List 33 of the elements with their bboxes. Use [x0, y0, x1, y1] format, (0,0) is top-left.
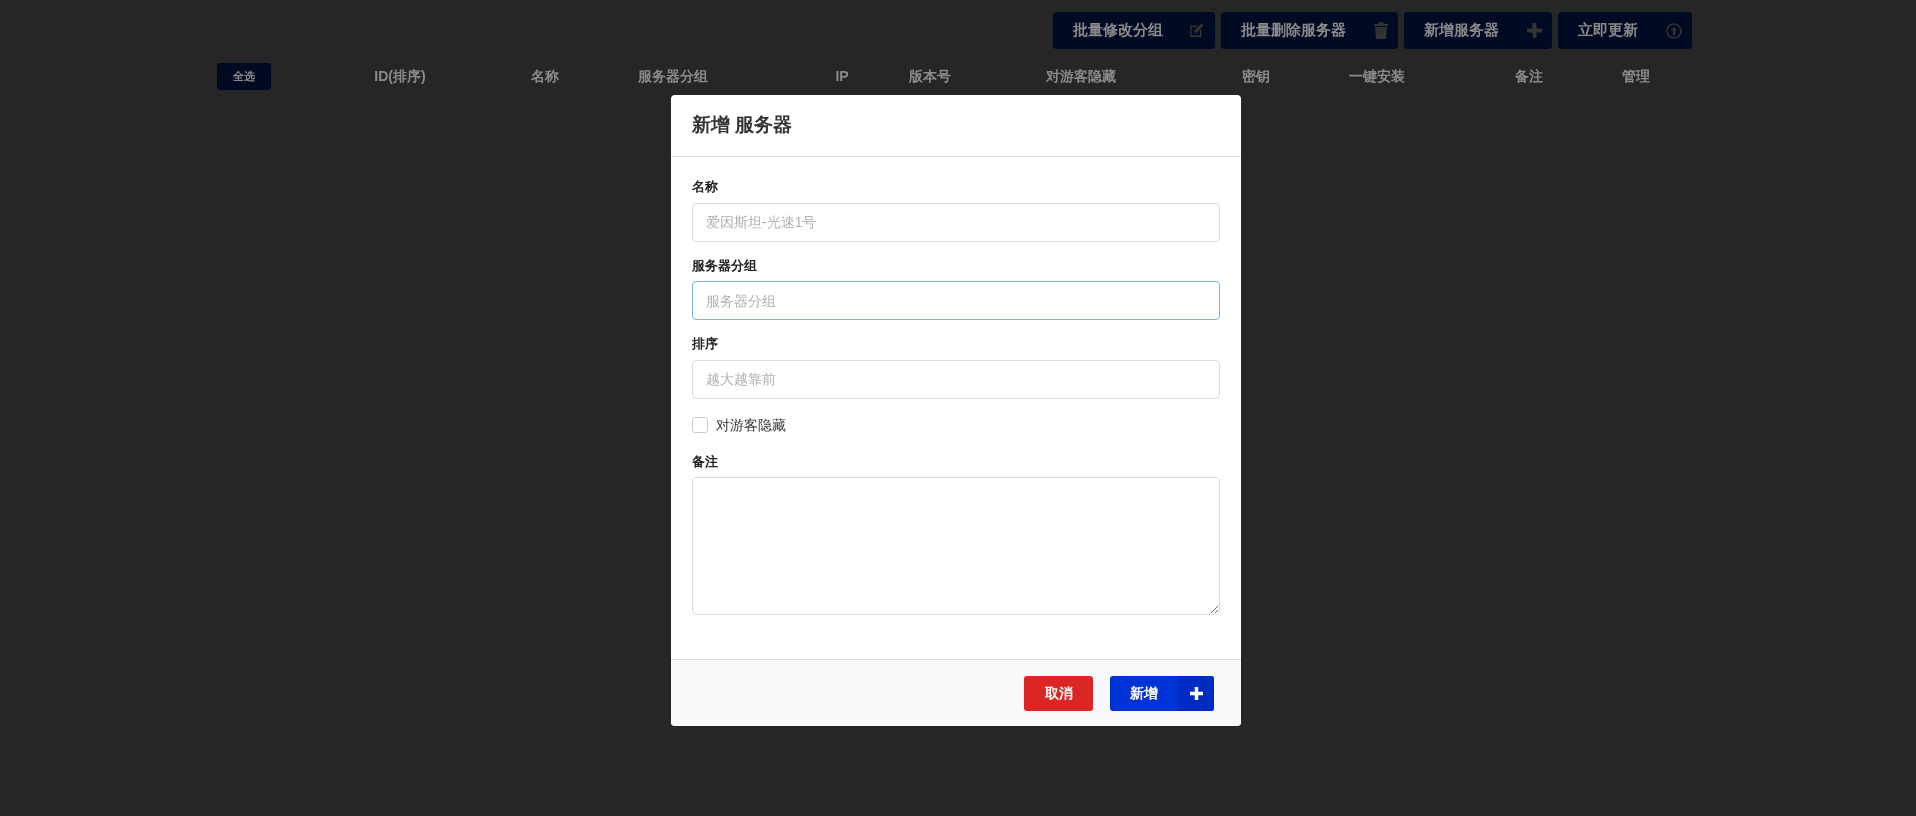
input-field[interactable]: 服务器分组	[692, 281, 1220, 320]
checkbox[interactable]	[692, 417, 708, 433]
textarea-field[interactable]	[692, 477, 1220, 615]
plus-icon	[1527, 23, 1542, 38]
column-header: IP	[835, 67, 849, 86]
column-header: 密钥	[1242, 67, 1270, 86]
field-label: 排序	[692, 335, 718, 353]
column-header: 管理	[1622, 67, 1650, 86]
column-header: 服务器分组	[638, 67, 708, 86]
column-header: ID(排序)	[374, 67, 426, 86]
plus-icon	[1189, 686, 1203, 700]
field-label: 名称	[692, 178, 718, 196]
select-all-button[interactable]: 全选	[217, 63, 271, 90]
toolbar-button[interactable]: 立即更新	[1558, 12, 1692, 49]
column-header: 一键安装	[1349, 67, 1405, 86]
checkbox-label: 对游客隐藏	[716, 415, 786, 435]
column-header: 备注	[1515, 67, 1543, 86]
column-header: 名称	[531, 67, 559, 86]
toolbar-button[interactable]: 批量修改分组	[1053, 12, 1215, 49]
upload-icon	[1666, 22, 1682, 39]
field-label: 备注	[692, 452, 718, 471]
submit-button[interactable]: 新增	[1110, 675, 1214, 711]
dialog-title: 新增 服务器	[692, 113, 793, 138]
input-field[interactable]: 爱因斯坦-光速1号	[692, 202, 1220, 242]
edit-icon	[1188, 22, 1205, 39]
input-field[interactable]: 越大越靠前	[692, 359, 1220, 399]
column-header: 对游客隐藏	[1046, 67, 1116, 86]
cancel-button[interactable]: 取消	[1024, 675, 1093, 711]
column-header: 版本号	[909, 67, 951, 86]
toolbar-button[interactable]: 新增服务器	[1404, 12, 1552, 49]
toolbar-button[interactable]: 批量删除服务器	[1221, 12, 1398, 49]
field-label: 服务器分组	[692, 256, 757, 275]
trash-icon	[1374, 22, 1388, 39]
